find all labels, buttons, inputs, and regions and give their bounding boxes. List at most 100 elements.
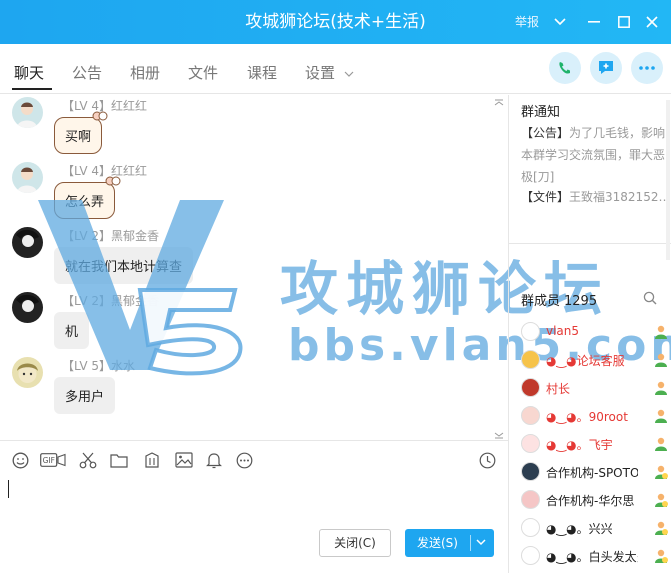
collapse-down-icon[interactable]	[494, 429, 504, 440]
member-role-icon	[655, 549, 668, 563]
dropdown-icon[interactable]	[550, 12, 570, 32]
avatar[interactable]	[12, 97, 43, 128]
member-role-icon	[655, 325, 667, 339]
composer-toolbar: GIF	[0, 440, 508, 476]
maximize-icon[interactable]	[614, 12, 634, 32]
sender-name: 【LV 2】黑郁金香	[62, 294, 160, 308]
member-name: ◕‿◕。白头发太多	[546, 550, 638, 564]
member-avatar[interactable]	[521, 546, 540, 565]
title-bar: 攻城狮论坛(技术+生活) 举报	[0, 0, 671, 44]
avatar[interactable]	[12, 162, 43, 193]
member-name: 合作机构-SPOTO	[546, 466, 638, 480]
tab-announcement[interactable]: 公告	[72, 62, 102, 83]
gif-icon[interactable]: GIF	[40, 451, 66, 469]
member-row[interactable]: 合作机构-华尔思	[521, 488, 671, 512]
member-avatar[interactable]	[521, 462, 540, 481]
group-notice[interactable]: 【公告】为了几毛钱，影响本群学习交流氛围，罪大恶极[刀]	[521, 122, 667, 188]
send-options-chevron-icon[interactable]	[475, 536, 487, 551]
avatar[interactable]	[12, 227, 43, 258]
member-avatar[interactable]	[521, 434, 540, 453]
window-title: 攻城狮论坛(技术+生活)	[245, 12, 426, 32]
member-row[interactable]: 合作机构-SPOTO	[521, 460, 671, 484]
member-name: ◕‿◕论坛客服	[546, 354, 625, 368]
member-name: ◕‿◕。飞宇	[546, 438, 613, 452]
emoji-icon[interactable]	[11, 451, 29, 469]
member-row[interactable]: ◕‿◕。白头发太多	[521, 544, 671, 568]
message-text: 多用户	[65, 390, 105, 405]
chat-window: 攻城狮论坛(技术+生活) 举报 聊天 公告 相册 文件 课程 设置 【LV 4】…	[0, 0, 671, 573]
member-name: ◕‿◕。兴兴	[546, 522, 613, 536]
message-item: 【LV 2】黑郁金香 机	[12, 292, 212, 352]
member-avatar[interactable]	[521, 406, 540, 425]
tab-settings[interactable]: 设置	[305, 62, 335, 83]
message-text: 就在我们本地计算查	[65, 260, 183, 275]
search-icon[interactable]	[643, 291, 657, 309]
member-avatar[interactable]	[521, 490, 540, 509]
member-role-icon	[655, 493, 668, 507]
minimize-icon[interactable]	[584, 12, 604, 32]
message-item: 【LV 4】红红红 买啊	[12, 97, 212, 157]
tab-album[interactable]: 相册	[130, 62, 160, 83]
more-tools-icon[interactable]	[235, 451, 253, 469]
member-name: 合作机构-华尔思	[546, 494, 635, 508]
group-notice-title: 群通知	[521, 105, 561, 120]
member-row[interactable]: ◕‿◕论坛客服	[521, 348, 671, 372]
sidebar-scrollbar[interactable]	[666, 100, 670, 260]
collapse-up-icon[interactable]	[494, 95, 504, 109]
member-row[interactable]: vlan5	[521, 320, 671, 344]
group-sidebar: 群通知 【公告】为了几毛钱，影响本群学习交流氛围，罪大恶极[刀] 【文件】王致福…	[508, 95, 671, 573]
message-bubble: 机	[54, 312, 90, 349]
group-file-notice[interactable]: 【文件】王致福3182152…	[521, 188, 669, 205]
member-role-icon	[655, 409, 667, 423]
tab-chat[interactable]: 聊天	[14, 62, 44, 83]
active-tab-indicator	[12, 88, 52, 90]
settings-chevron-icon[interactable]	[344, 66, 354, 81]
member-row[interactable]: ◕‿◕。兴兴	[521, 516, 671, 540]
phone-icon[interactable]	[549, 52, 581, 84]
image-icon[interactable]	[175, 451, 193, 469]
bell-icon[interactable]	[205, 451, 223, 469]
report-link[interactable]: 举报	[515, 13, 539, 30]
avatar[interactable]	[12, 292, 43, 323]
gift-icon[interactable]	[143, 451, 161, 469]
avatar[interactable]	[12, 357, 43, 388]
send-button-label: 发送(S)	[417, 536, 458, 550]
message-bubble: 多用户	[54, 377, 116, 414]
members-title: 群成员 1295	[521, 294, 598, 309]
close-icon[interactable]	[642, 12, 662, 32]
member-row[interactable]: ◕‿◕。90root	[521, 404, 671, 428]
member-avatar[interactable]	[521, 322, 540, 341]
member-avatar[interactable]	[521, 378, 540, 397]
scissors-icon[interactable]	[79, 451, 97, 469]
message-text: 机	[65, 325, 79, 340]
close-button[interactable]: 关闭(C)	[319, 529, 391, 557]
message-item: 【LV 2】黑郁金香 就在我们本地计算查	[12, 227, 272, 287]
message-bubble: 怎么弄	[54, 176, 121, 219]
member-name: ◕‿◕。90root	[546, 410, 628, 424]
member-avatar[interactable]	[521, 350, 540, 369]
message-item: 【LV 5】水水 多用户	[12, 357, 212, 417]
folder-icon[interactable]	[110, 451, 128, 469]
svg-text:GIF: GIF	[43, 456, 55, 465]
tab-files[interactable]: 文件	[188, 62, 218, 83]
send-button[interactable]: 发送(S)	[405, 529, 494, 557]
add-chat-icon[interactable]	[590, 52, 622, 84]
bubble-decoration-icon	[105, 176, 121, 186]
sidebar-divider	[509, 243, 671, 244]
message-text: 怎么弄	[65, 195, 105, 210]
more-icon[interactable]	[631, 52, 663, 84]
member-avatar[interactable]	[521, 518, 540, 537]
text-caret	[8, 480, 9, 498]
member-role-icon	[655, 381, 667, 395]
chat-messages: 【LV 4】红红红 买啊 【LV 4】红红红 怎么弄 【LV 2】黑郁金香 就在…	[0, 95, 508, 440]
member-row[interactable]: ◕‿◕。飞宇	[521, 432, 671, 456]
member-role-icon	[655, 353, 667, 367]
history-icon[interactable]	[478, 451, 496, 469]
message-input[interactable]	[0, 476, 508, 526]
send-divider	[470, 535, 471, 551]
member-role-icon	[655, 465, 668, 479]
member-row[interactable]: 村长	[521, 376, 671, 400]
message-item: 【LV 4】红红红 怎么弄	[12, 162, 212, 222]
tab-courses[interactable]: 课程	[247, 62, 277, 83]
sender-name: 【LV 5】水水	[62, 359, 136, 373]
